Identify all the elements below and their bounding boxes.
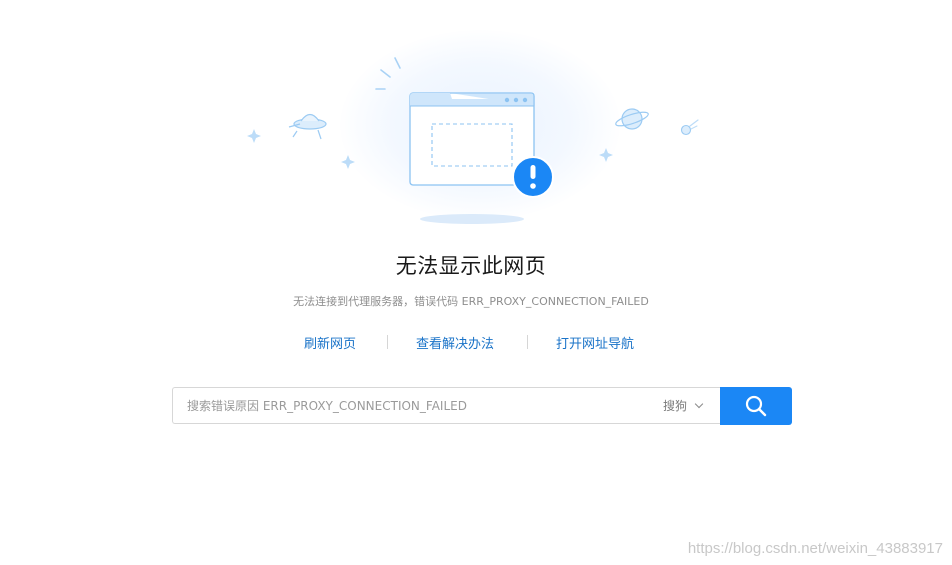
action-links: 刷新网页 查看解决办法 打开网址导航 [0, 333, 952, 353]
refresh-link[interactable]: 刷新网页 [304, 333, 356, 352]
navigation-link[interactable]: 打开网址导航 [556, 333, 634, 352]
divider [527, 335, 528, 349]
error-title: 无法显示此网页 [395, 254, 547, 278]
planet-icon [615, 108, 649, 130]
chevron-down-icon [694, 399, 704, 409]
comet-icon [680, 119, 699, 136]
search-box: 搜狗 [172, 387, 720, 424]
search-input[interactable] [187, 388, 647, 423]
search-engine-dropdown[interactable]: 搜狗 [663, 388, 715, 423]
error-page: 无法显示此网页 无法连接到代理服务器，错误代码 ERR_PROXY_CONNEC… [0, 0, 952, 565]
search-button[interactable] [720, 387, 792, 425]
spark-lines-icon [375, 57, 401, 90]
exclamation-icon [512, 156, 554, 198]
error-description: 无法连接到代理服务器，错误代码 ERR_PROXY_CONNECTION_FAI… [293, 295, 649, 308]
illustration-shadow [420, 214, 524, 224]
ufo-icon [288, 113, 327, 140]
solutions-link[interactable]: 查看解决办法 [416, 333, 494, 352]
error-illustration [247, 57, 699, 224]
watermark: https://blog.csdn.net/weixin_43883917 [687, 540, 943, 557]
search-engine-label: 搜狗 [663, 399, 688, 413]
divider [387, 335, 388, 349]
search-icon [745, 395, 767, 417]
